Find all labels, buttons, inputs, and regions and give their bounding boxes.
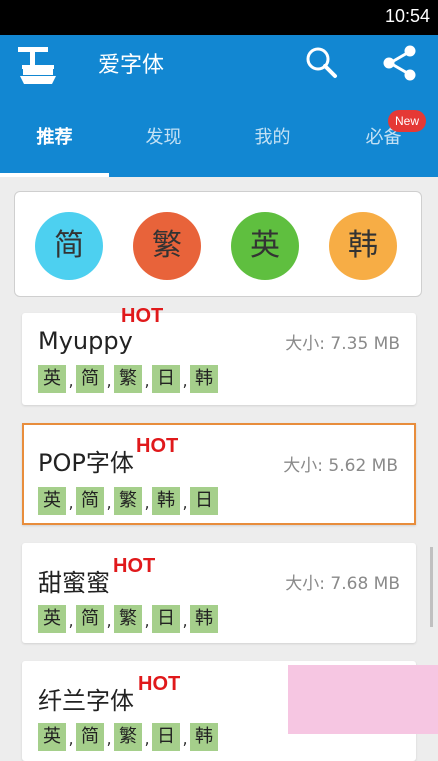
app-bar: 爱字体 推荐 发现 我的 必备 New xyxy=(0,35,438,177)
font-size: 大小: 7.68 MB xyxy=(285,574,400,594)
lang-tag: 日 xyxy=(152,365,180,393)
font-card-tianmimi[interactable]: 甜蜜蜜 HOT 大小: 7.68 MB 英,简,繁,日,韩 xyxy=(22,543,416,643)
search-icon[interactable] xyxy=(302,43,342,83)
lang-tag: 英 xyxy=(38,487,66,515)
new-badge: New xyxy=(388,110,426,132)
hot-badge: HOT xyxy=(136,435,179,457)
lang-tag: 日 xyxy=(190,487,218,515)
lang-tag: 繁 xyxy=(114,723,142,751)
lang-tag: 韩 xyxy=(152,487,180,515)
lang-tag: 英 xyxy=(38,605,66,633)
lang-tag: 日 xyxy=(152,605,180,633)
category-simplified-button[interactable]: 简 xyxy=(35,212,103,280)
tab-mine[interactable]: 我的 xyxy=(218,115,327,173)
app-title: 爱字体 xyxy=(98,53,165,78)
lang-tags: 英,简,繁,韩,日 xyxy=(38,487,218,515)
tab-bar: 推荐 发现 我的 必备 New xyxy=(0,110,438,177)
status-bar: 10:54 xyxy=(0,0,438,35)
lang-tag: 简 xyxy=(76,605,104,633)
lang-tag: 繁 xyxy=(114,365,142,393)
font-name: POP字体 xyxy=(38,449,134,477)
lang-tag: 简 xyxy=(76,365,104,393)
lang-tag: 繁 xyxy=(114,487,142,515)
font-name: Myuppy xyxy=(38,327,133,355)
tab-discover[interactable]: 发现 xyxy=(109,115,218,173)
font-card-pop[interactable]: POP字体 HOT 大小: 5.62 MB 英,简,繁,韩,日 xyxy=(22,423,416,525)
font-size: 大小: 7.35 MB xyxy=(285,334,400,354)
share-icon[interactable] xyxy=(380,43,420,83)
font-name: 纤兰字体 xyxy=(38,687,134,715)
watermark xyxy=(288,665,438,734)
lang-tag: 日 xyxy=(152,723,180,751)
hot-badge: HOT xyxy=(121,305,164,327)
lang-tag: 英 xyxy=(38,723,66,751)
lang-tag: 英 xyxy=(38,365,66,393)
hot-badge: HOT xyxy=(138,673,181,695)
app-logo-icon xyxy=(16,43,60,87)
category-korean-button[interactable]: 韩 xyxy=(329,212,397,280)
lang-tag: 韩 xyxy=(190,605,218,633)
lang-tag: 韩 xyxy=(190,723,218,751)
lang-tags: 英,简,繁,日,韩 xyxy=(38,605,218,633)
lang-tag: 简 xyxy=(76,487,104,515)
content-area: 简 繁 英 韩 Myuppy HOT 大小: 7.35 MB 英,简,繁,日,韩… xyxy=(0,177,438,761)
category-english-button[interactable]: 英 xyxy=(231,212,299,280)
lang-tag: 韩 xyxy=(190,365,218,393)
lang-tag: 繁 xyxy=(114,605,142,633)
category-card: 简 繁 英 韩 xyxy=(14,191,422,297)
font-card-myuppy[interactable]: Myuppy HOT 大小: 7.35 MB 英,简,繁,日,韩 xyxy=(22,305,416,405)
font-name: 甜蜜蜜 xyxy=(38,569,110,597)
lang-tag: 简 xyxy=(76,723,104,751)
font-size: 大小: 5.62 MB xyxy=(283,456,398,476)
scrollbar[interactable] xyxy=(430,547,433,627)
hot-badge: HOT xyxy=(113,555,156,577)
lang-tags: 英,简,繁,日,韩 xyxy=(38,723,218,751)
tab-recommend[interactable]: 推荐 xyxy=(0,115,109,173)
status-time: 10:54 xyxy=(384,6,430,26)
category-traditional-button[interactable]: 繁 xyxy=(133,212,201,280)
lang-tags: 英,简,繁,日,韩 xyxy=(38,365,218,393)
